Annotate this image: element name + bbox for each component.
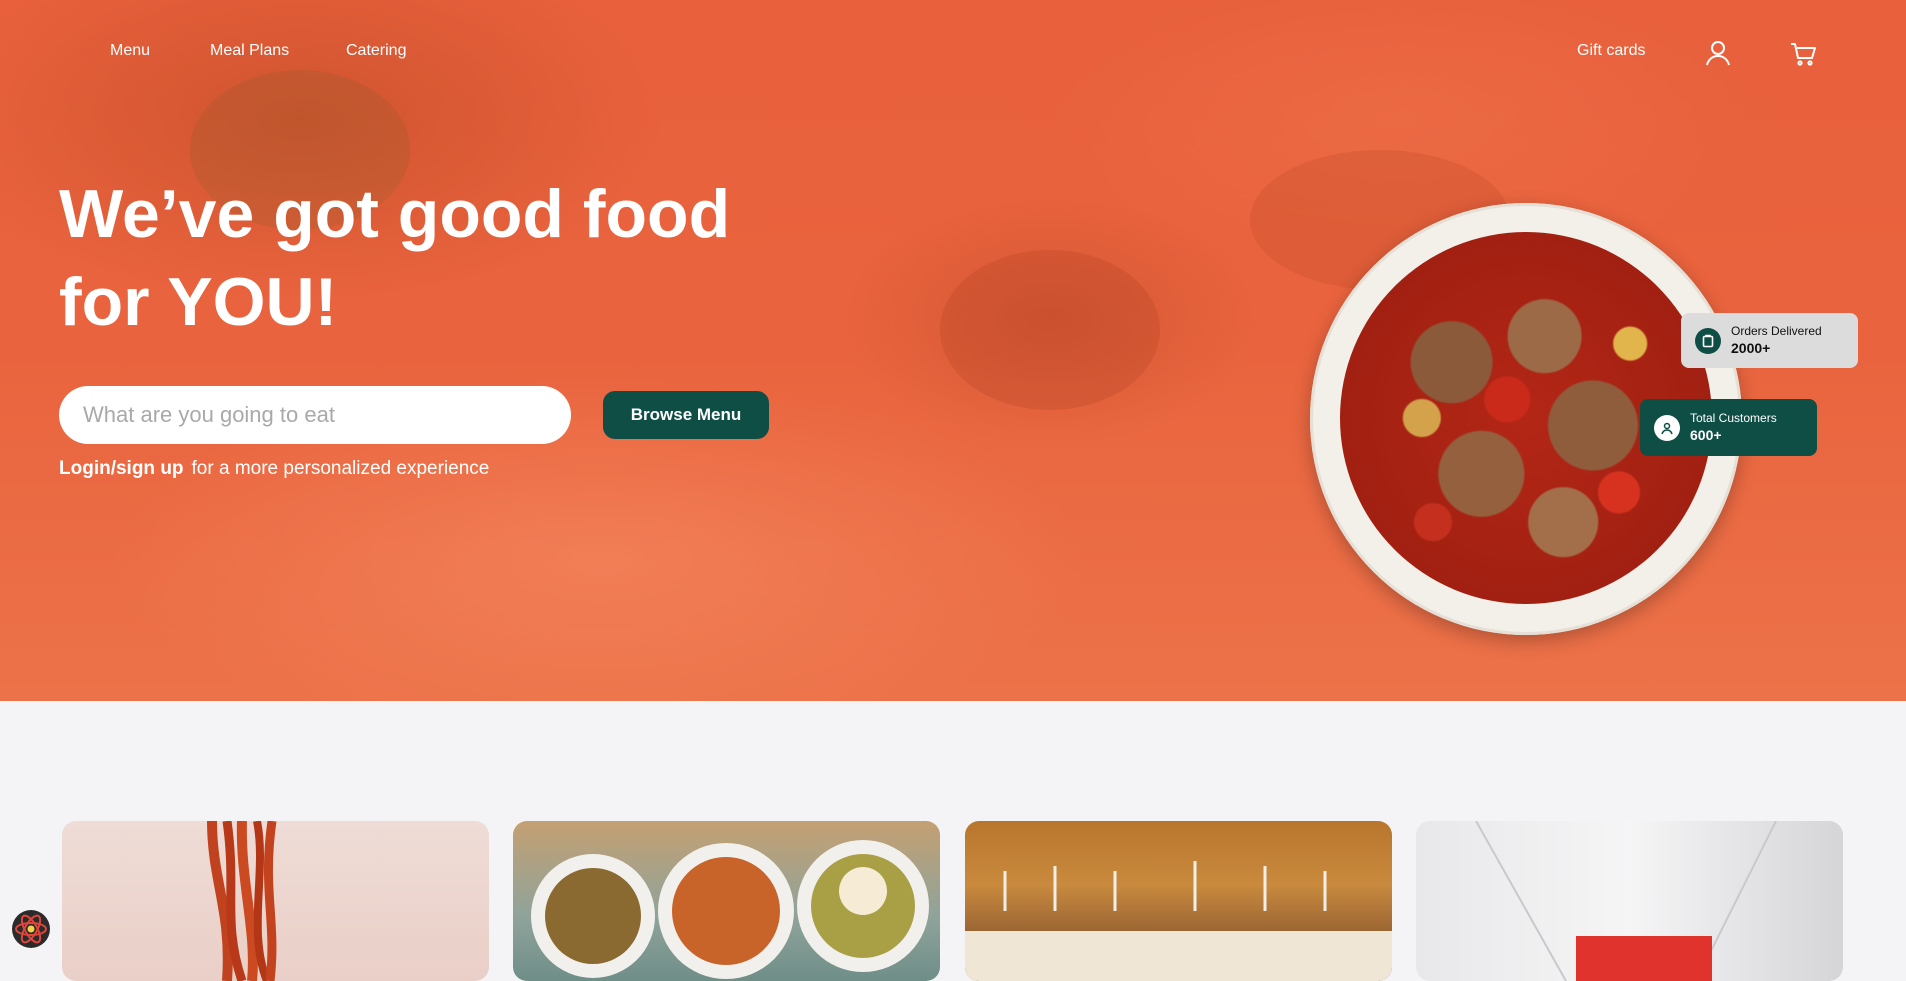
nav-meal-plans-link[interactable]: Meal Plans [210,42,289,60]
orders-delivered-label: Orders Delivered [1731,324,1822,338]
customers-icon [1654,414,1680,441]
total-customers-value: 600+ [1690,427,1722,443]
cart-icon[interactable] [1789,39,1817,67]
clipboard-icon [1695,327,1721,354]
category-card-gift-cards[interactable] [1416,821,1843,981]
total-customers-badge: Total Customers 600+ [1640,399,1817,456]
browse-menu-button[interactable]: Browse Menu [603,391,769,439]
nav-menu-link[interactable]: Menu [110,42,150,60]
hero-background-food [940,250,1160,410]
total-customers-label: Total Customers [1690,411,1777,425]
headline-line-1: We’ve got good food [59,176,731,252]
hero-headline: We’ve got good food for YOU! [59,170,819,346]
category-card-meals[interactable] [513,821,940,981]
category-card-catering[interactable] [965,821,1392,981]
gift-card-image [1475,821,1777,981]
nav-gift-cards-link[interactable]: Gift cards [1577,42,1645,60]
category-card-pasta[interactable] [62,821,489,981]
login-prompt: Login/sign up for a more personalized exp… [59,458,489,480]
hero-section: Menu Meal Plans Catering Gift cards We’v… [0,0,1906,701]
search-input[interactable] [59,386,571,444]
orders-delivered-value: 2000+ [1731,340,1771,356]
user-icon[interactable] [1704,39,1732,67]
nav-catering-link[interactable]: Catering [346,42,406,60]
headline-line-2: for YOU! [59,264,338,340]
dining-image [965,861,1392,981]
login-prompt-text: for a more personalized experience [191,458,490,479]
react-devtools-icon[interactable] [10,908,52,950]
login-signup-link[interactable]: Login/sign up [59,458,184,479]
plates-image [531,840,929,979]
orders-delivered-badge: Orders Delivered 2000+ [1681,313,1858,368]
pasta-image [207,821,277,981]
